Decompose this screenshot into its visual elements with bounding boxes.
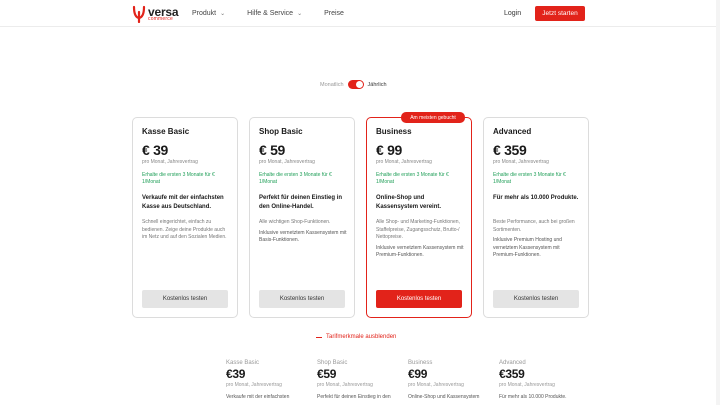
top-header: versa commerce Produkt ⌄ Hilfe & Service… [0, 0, 720, 27]
plan-card-advanced: Advanced € 359 pro Monat, Jahresvertrag … [483, 117, 589, 318]
nav-hilfe-label: Hilfe & Service [247, 10, 294, 17]
plan-headline: Für mehr als 10.000 Produkte. [493, 195, 579, 201]
comparison-column-shop-basic: Shop Basic €59 pro Monat, Jahresvertrag … [317, 360, 407, 400]
hide-features-toggle[interactable]: Tarifmerkmale ausblenden [316, 334, 396, 340]
page-scrollbar[interactable] [716, 0, 720, 405]
billing-switch[interactable] [347, 80, 364, 89]
plan-price-note: pro Monat, Jahresvertrag [142, 159, 198, 165]
try-free-button[interactable]: Kostenlos testen [259, 290, 345, 308]
start-now-button[interactable]: Jetzt starten [535, 6, 585, 21]
nav-preise[interactable]: Preise [324, 10, 344, 17]
comparison-column-business: Business €99 pro Monat, Jahresvertrag On… [408, 360, 498, 400]
plan-price: € 359 [493, 142, 527, 158]
comparison-price-note: pro Monat, Jahresvertrag [317, 382, 373, 388]
plan-description: Beste Performance, auch bei großen Sorti… [493, 219, 575, 233]
plan-headline: Online-Shop und Kassensystem vereint. [376, 195, 442, 210]
comparison-headline: Online-Shop und Kassensystem [408, 394, 480, 400]
comparison-price-note: pro Monat, Jahresvertrag [408, 382, 464, 388]
plan-name: Shop Basic [259, 127, 303, 136]
plan-promo: Erhalte die ersten 3 Monate für € 1/Mona… [493, 172, 566, 186]
comparison-price-note: pro Monat, Jahresvertrag [499, 382, 555, 388]
plan-promo: Erhalte die ersten 3 Monate für € 1/Mona… [376, 172, 449, 186]
hide-features-label: Tarifmerkmale ausblenden [326, 334, 397, 340]
minus-icon [316, 336, 322, 338]
nav-hilfe-service[interactable]: Hilfe & Service ⌄ [247, 10, 302, 17]
plan-price: € 59 [259, 142, 286, 158]
plan-description: Schnell eingerichtet, einfach zu bediene… [142, 219, 227, 240]
billing-monthly-label[interactable]: Monatlich [320, 82, 344, 88]
plan-description-extra: Inklusive Premium Hosting und vernetztem… [493, 237, 562, 258]
plan-name: Advanced [493, 127, 532, 136]
brand-logo[interactable]: versa commerce [132, 4, 179, 24]
plan-description: Alle Shop- und Marketing-Funktionen, Sta… [376, 219, 460, 240]
comparison-plan-price: €99 [408, 367, 428, 381]
comparison-headline: Für mehr als 10.000 Produkte. [499, 394, 567, 400]
comparison-price-note: pro Monat, Jahresvertrag [226, 382, 282, 388]
comparison-headline: Verkaufe mit der einfachsten [226, 394, 290, 400]
plan-headline: Perfekt für deinen Einstieg in den Onlin… [259, 195, 343, 210]
comparison-plan-name: Business [408, 360, 433, 366]
try-free-button[interactable]: Kostenlos testen [142, 290, 228, 308]
plan-name: Kasse Basic [142, 127, 190, 136]
plan-name: Business [376, 127, 412, 136]
comparison-column-advanced: Advanced €359 pro Monat, Jahresvertrag F… [499, 360, 589, 400]
nav-produkt-label: Produkt [192, 10, 217, 17]
plan-description-extra: Inklusive vernetztem Kassensystem mit Ba… [259, 229, 347, 244]
plan-price: € 99 [376, 142, 403, 158]
billing-yearly-label[interactable]: Jährlich [368, 82, 387, 88]
comparison-plan-name: Advanced [499, 360, 526, 366]
login-link[interactable]: Login [504, 10, 521, 17]
plan-card-shop-basic: Shop Basic € 59 pro Monat, Jahresvertrag… [249, 117, 355, 318]
plan-description: Alle wichtigen Shop-Funktionen. [259, 219, 331, 225]
try-free-button[interactable]: Kostenlos testen [493, 290, 579, 308]
chevron-down-icon: ⌄ [297, 11, 303, 17]
comparison-plan-price: €39 [226, 367, 246, 381]
plan-price: € 39 [142, 142, 169, 158]
plan-card-kasse-basic: Kasse Basic € 39 pro Monat, Jahresvertra… [132, 117, 238, 318]
try-free-button[interactable]: Kostenlos testen [376, 290, 462, 308]
plan-card-business: Am meisten gebucht Business € 99 pro Mon… [366, 112, 472, 318]
main-nav: Produkt ⌄ Hilfe & Service ⌄ Preise [192, 0, 344, 27]
plan-price-note: pro Monat, Jahresvertrag [376, 159, 432, 165]
switch-knob [355, 81, 363, 88]
plan-promo: Erhalte die ersten 3 Monate für € 1/Mona… [259, 172, 332, 186]
comparison-plan-price: €359 [499, 367, 525, 381]
comparison-column-kasse-basic: Kasse Basic €39 pro Monat, Jahresvertrag… [226, 360, 316, 400]
plan-headline: Verkaufe mit der einfachsten Kasse aus D… [142, 195, 224, 210]
comparison-plan-name: Kasse Basic [226, 360, 260, 366]
plan-description-extra: Inklusive vernetztem Kassensystem mit Pr… [376, 244, 464, 259]
versa-logo-icon [132, 5, 146, 23]
plan-promo: Erhalte die ersten 3 Monate für € 1/Mona… [142, 172, 215, 186]
chevron-down-icon: ⌄ [220, 11, 226, 17]
plan-price-note: pro Monat, Jahresvertrag [493, 159, 549, 165]
plan-price-note: pro Monat, Jahresvertrag [259, 159, 315, 165]
comparison-plan-name: Shop Basic [317, 360, 348, 366]
comparison-headline: Perfekt für deinen Einstieg in den [317, 394, 391, 400]
nav-preise-label: Preise [324, 10, 344, 17]
nav-produkt[interactable]: Produkt ⌄ [192, 10, 225, 17]
billing-toggle: Monatlich Jährlich [320, 80, 387, 89]
comparison-plan-price: €59 [317, 367, 337, 381]
most-booked-badge: Am meisten gebucht [401, 112, 465, 123]
